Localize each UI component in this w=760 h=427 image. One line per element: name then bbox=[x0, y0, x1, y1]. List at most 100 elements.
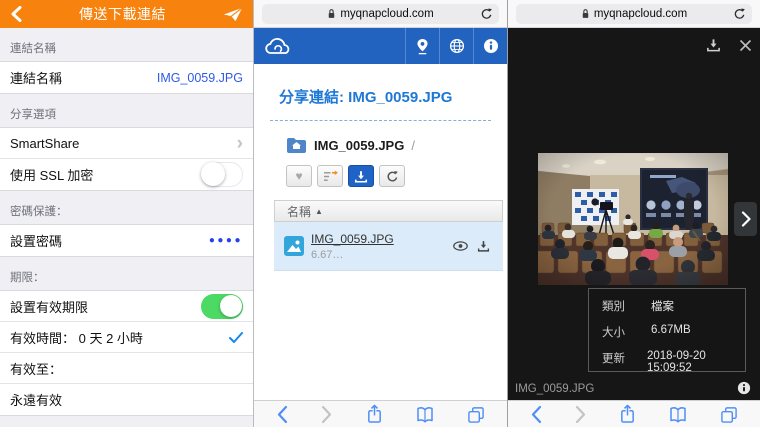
address-pill[interactable]: myqnapcloud.com bbox=[516, 4, 752, 24]
reload-icon[interactable] bbox=[733, 7, 746, 21]
ssl-toggle[interactable] bbox=[201, 162, 243, 187]
refresh-button[interactable] bbox=[379, 165, 405, 187]
preview-eye-icon[interactable] bbox=[453, 241, 468, 251]
share-page-content: 分享連結: IMG_0059.JPG IMG_0059.JPG / ♥ bbox=[254, 64, 507, 400]
file-meta: IMG_0059.JPG 6.67… bbox=[311, 232, 453, 261]
viewer-filename: IMG_0059.JPG bbox=[515, 383, 594, 395]
heart-icon: ♥ bbox=[295, 169, 302, 183]
password-dots: ●●●● bbox=[209, 235, 243, 246]
address-pill[interactable]: myqnapcloud.com bbox=[262, 4, 499, 24]
globe-icon[interactable] bbox=[439, 28, 473, 64]
lock-icon bbox=[327, 8, 336, 19]
bookmarks-icon[interactable] bbox=[416, 406, 434, 423]
back-icon[interactable] bbox=[10, 6, 22, 22]
set-expiry-label: 設置有效期限 bbox=[10, 297, 88, 316]
link-name-row[interactable]: 連結名稱 IMG_0059.JPG bbox=[0, 62, 253, 93]
detail-row-type: 類別 檔案 bbox=[602, 298, 745, 314]
sort-ascending-icon: ▲ bbox=[315, 207, 323, 216]
reload-icon[interactable] bbox=[480, 7, 493, 21]
group-password: 設置密碼 ●●●● bbox=[0, 224, 253, 257]
image-file-icon bbox=[284, 236, 304, 256]
info-toggle-icon[interactable] bbox=[737, 381, 751, 395]
tabs-icon[interactable] bbox=[720, 406, 738, 423]
download-icon bbox=[354, 170, 368, 183]
detail-row-size: 大小 6.67MB bbox=[602, 324, 745, 340]
tabs-icon[interactable] bbox=[467, 406, 485, 423]
address-text: myqnapcloud.com bbox=[340, 8, 433, 20]
detail-label: 大小 bbox=[602, 324, 651, 340]
browser-image-viewer: myqnapcloud.com bbox=[507, 0, 760, 427]
file-name-link[interactable]: IMG_0059.JPG bbox=[311, 232, 453, 246]
name-header-label: 名稱 bbox=[287, 203, 311, 220]
sort-button[interactable] bbox=[317, 165, 343, 187]
address-text: myqnapcloud.com bbox=[594, 8, 687, 20]
group-expiry: 設置有效期限 有效時間： 0 天 2 小時 有效至： 永遠有效 bbox=[0, 290, 253, 416]
detail-value: 6.67MB bbox=[651, 324, 691, 340]
file-toolbar: ♥ bbox=[254, 153, 507, 187]
app-header: 傳送下載連結 bbox=[0, 0, 253, 28]
section-share-options: 分享選項 bbox=[0, 94, 253, 127]
close-icon[interactable] bbox=[739, 39, 752, 52]
smartshare-row[interactable]: SmartShare › bbox=[0, 128, 253, 159]
safari-toolbar bbox=[254, 400, 507, 427]
valid-time-row[interactable]: 有效時間： 0 天 2 小時 bbox=[0, 322, 253, 353]
browser-share-page: myqnapcloud.com 分享連結: IMG_0059.JPG bbox=[253, 0, 507, 427]
set-expiry-row: 設置有效期限 bbox=[0, 291, 253, 322]
section-password: 密碼保護： bbox=[0, 191, 253, 224]
expiry-toggle[interactable] bbox=[201, 294, 243, 319]
info-icon[interactable] bbox=[473, 28, 507, 64]
link-name-label: 連結名稱 bbox=[10, 68, 62, 87]
set-password-label: 設置密碼 bbox=[10, 231, 62, 250]
file-row-actions bbox=[453, 240, 490, 252]
download-file-icon[interactable] bbox=[477, 240, 490, 252]
back-nav-icon[interactable] bbox=[530, 405, 542, 424]
share-sheet-icon[interactable] bbox=[366, 404, 383, 424]
check-icon bbox=[229, 332, 243, 343]
valid-time-label: 有效時間： 0 天 2 小時 bbox=[10, 328, 143, 347]
smartshare-label: SmartShare bbox=[10, 136, 79, 151]
next-image-button[interactable] bbox=[734, 202, 757, 236]
chevron-right-icon: › bbox=[237, 134, 243, 153]
detail-label: 類別 bbox=[602, 298, 651, 314]
download-image-icon[interactable] bbox=[706, 38, 721, 52]
group-share-options: SmartShare › 使用 SSL 加密 bbox=[0, 127, 253, 191]
sort-icon bbox=[323, 170, 338, 183]
send-icon[interactable] bbox=[223, 6, 243, 23]
app-title: 傳送下載連結 bbox=[22, 4, 223, 24]
share-settings-panel: 傳送下載連結 連結名稱 連結名稱 IMG_0059.JPG 分享選項 Smart… bbox=[0, 0, 253, 427]
home-folder-icon[interactable] bbox=[286, 137, 307, 153]
detail-value: 檔案 bbox=[651, 298, 674, 314]
favorite-button[interactable]: ♥ bbox=[286, 165, 312, 187]
valid-until-row[interactable]: 有效至： bbox=[0, 353, 253, 384]
location-pin-icon[interactable] bbox=[405, 28, 439, 64]
safari-toolbar bbox=[508, 400, 760, 427]
qnapcloud-header bbox=[254, 28, 507, 64]
detail-value: 2018-09-20 15:09:52 bbox=[647, 350, 745, 374]
forever-row[interactable]: 永遠有效 bbox=[0, 384, 253, 415]
share-sheet-icon[interactable] bbox=[619, 404, 636, 424]
image-viewer: 類別 檔案 大小 6.67MB 更新 2018-09-20 15:09:52 I… bbox=[508, 28, 760, 400]
group-link-name: 連結名稱 IMG_0059.JPG bbox=[0, 61, 253, 94]
forward-nav-icon[interactable] bbox=[321, 405, 333, 424]
safari-address-bar: myqnapcloud.com bbox=[254, 0, 507, 28]
qnap-cloud-logo-icon[interactable] bbox=[264, 35, 405, 57]
table-header-name[interactable]: 名稱 ▲ bbox=[274, 200, 503, 222]
forever-label: 永遠有效 bbox=[10, 390, 62, 409]
screenshot-stage: 傳送下載連結 連結名稱 連結名稱 IMG_0059.JPG 分享選項 Smart… bbox=[0, 0, 760, 427]
refresh-icon bbox=[386, 170, 399, 183]
forward-nav-icon[interactable] bbox=[575, 405, 587, 424]
breadcrumb-name[interactable]: IMG_0059.JPG bbox=[314, 138, 404, 153]
valid-until-label: 有效至： bbox=[10, 359, 62, 378]
bookmarks-icon[interactable] bbox=[669, 406, 687, 423]
section-link-name: 連結名稱 bbox=[0, 28, 253, 61]
download-all-button[interactable] bbox=[348, 165, 374, 187]
breadcrumb: IMG_0059.JPG / bbox=[254, 121, 507, 153]
file-details-box: 類別 檔案 大小 6.67MB 更新 2018-09-20 15:09:52 bbox=[588, 288, 746, 372]
back-nav-icon[interactable] bbox=[276, 405, 288, 424]
viewer-actions bbox=[706, 38, 752, 52]
chevron-right-icon bbox=[741, 211, 751, 227]
file-row[interactable]: IMG_0059.JPG 6.67… bbox=[274, 222, 503, 271]
set-password-row[interactable]: 設置密碼 ●●●● bbox=[0, 225, 253, 256]
detail-label: 更新 bbox=[602, 350, 647, 374]
ssl-label: 使用 SSL 加密 bbox=[10, 165, 93, 184]
